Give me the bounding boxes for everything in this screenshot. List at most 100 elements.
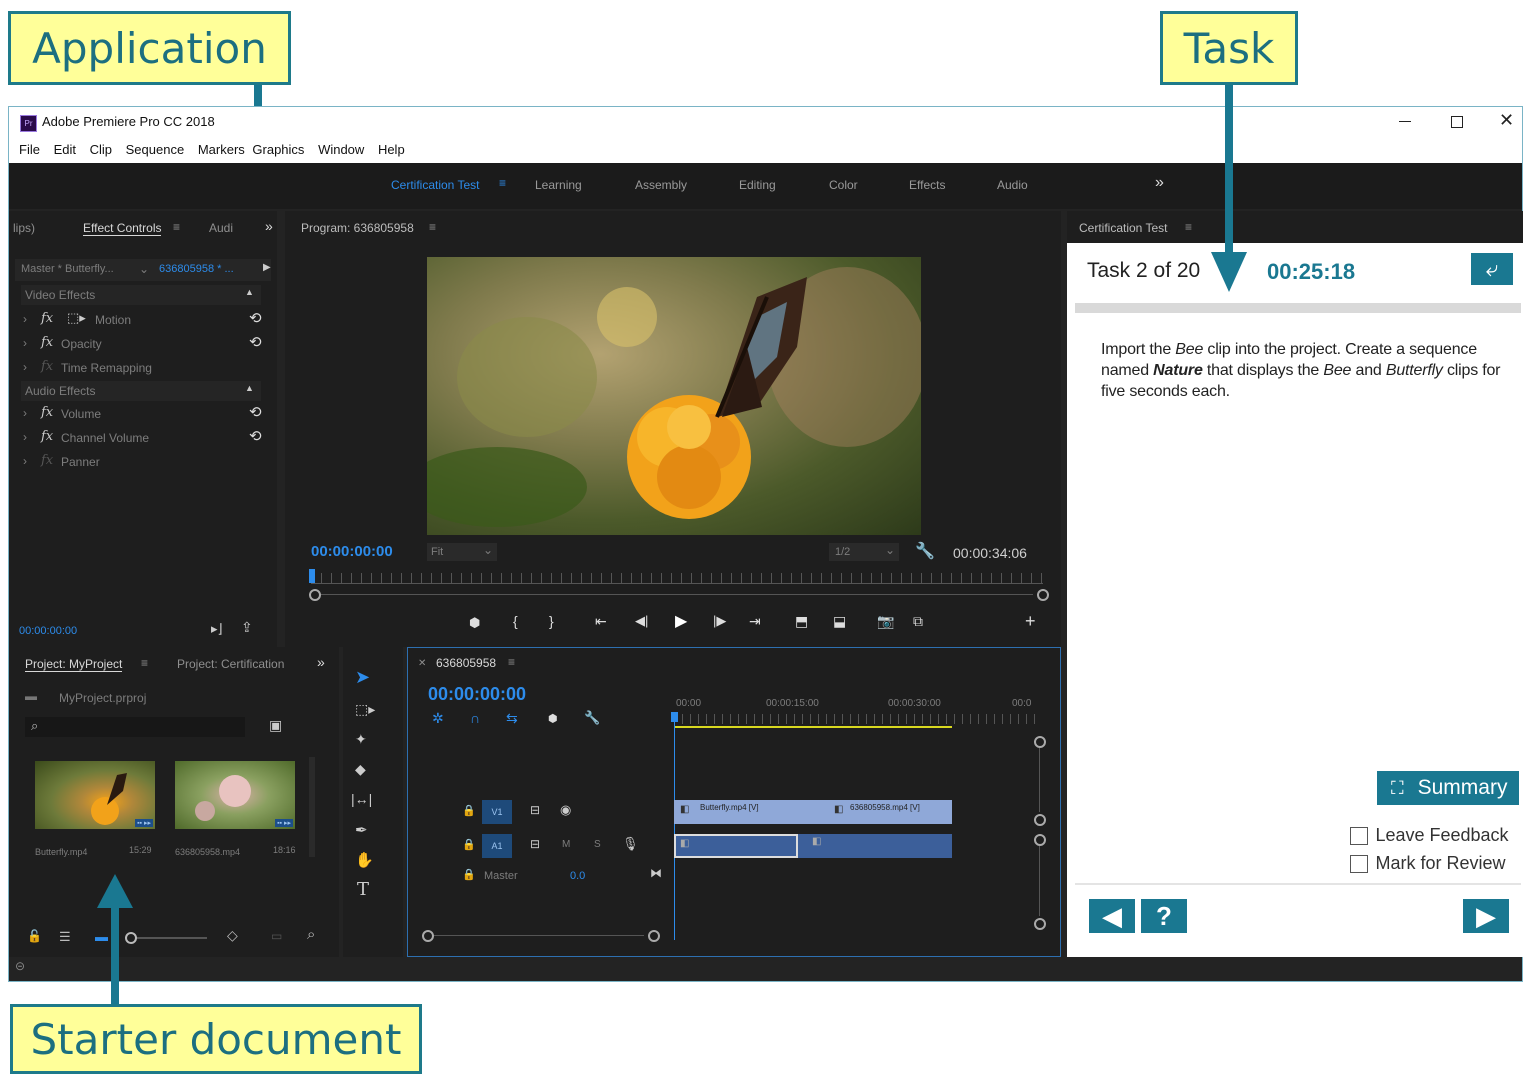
program-video-frame[interactable]	[427, 257, 921, 535]
icon-view-icon[interactable]: ▬	[95, 929, 108, 944]
help-button[interactable]: ?	[1141, 899, 1187, 933]
work-area-bar[interactable]	[674, 726, 952, 728]
effect-row-time-remapping[interactable]: › fx Time Remapping	[21, 357, 261, 379]
effect-row-channel-volume[interactable]: › fx Channel Volume ⟲	[21, 427, 262, 449]
add-marker-icon[interactable]: ⬢	[469, 615, 480, 631]
menu-sequence[interactable]: Sequence	[126, 137, 185, 163]
solo-button[interactable]: S	[594, 839, 601, 850]
project-menu-icon[interactable]: ≡	[141, 656, 148, 670]
program-timecode[interactable]: 00:00:00:00	[311, 543, 393, 560]
mute-button[interactable]: M	[562, 839, 570, 850]
master-dropdown-icon[interactable]: ⌄	[139, 262, 149, 276]
ripple-edit-tool-icon[interactable]: ✦	[355, 731, 367, 748]
minimize-icon[interactable]	[1399, 121, 1411, 122]
menu-markers[interactable]: Markers	[198, 137, 245, 163]
resolution-dropdown[interactable]: 1/2 ⌄	[829, 543, 899, 561]
expand-chevron-icon[interactable]: ›	[23, 360, 27, 374]
bin-icon[interactable]: ▭	[271, 929, 282, 943]
timeline-playhead-handle[interactable]	[671, 712, 678, 722]
tab-effect-controls[interactable]: Effect Controls	[83, 221, 162, 236]
tab-project-certification[interactable]: Project: Certification	[177, 657, 284, 671]
filter-icon[interactable]: ▸⌋	[211, 621, 223, 637]
workspace-assembly[interactable]: Assembly	[635, 178, 687, 192]
effect-row-motion[interactable]: › fx ⬚▸ Motion ⟲	[21, 309, 262, 331]
tab-audio[interactable]: Audi	[209, 221, 233, 235]
effect-row-opacity[interactable]: › fx Opacity ⟲	[21, 333, 262, 355]
effect-row-volume[interactable]: › fx Volume ⟲	[21, 403, 262, 425]
program-scrub-ruler[interactable]	[311, 573, 1043, 584]
certification-test-tab[interactable]: Certification Test	[1079, 221, 1167, 235]
effect-row-panner[interactable]: › fx Panner	[21, 451, 261, 473]
search-icon[interactable]: ⌕	[307, 926, 315, 943]
tab-project-myproject[interactable]: Project: MyProject	[25, 657, 123, 672]
scroll-handle-right[interactable]	[1037, 589, 1049, 601]
master-volume-value[interactable]: 0.0	[570, 870, 585, 882]
sync-lock-icon[interactable]: ⊟	[530, 803, 540, 817]
workspace-audio[interactable]: Audio	[997, 178, 1028, 192]
summary-button[interactable]: ⛶ Summary	[1377, 771, 1519, 805]
master-clip-label[interactable]: Master * Butterfly...	[21, 263, 114, 275]
certification-menu-icon[interactable]: ≡	[1185, 220, 1192, 234]
wrench-icon[interactable]: 🔧	[584, 710, 600, 726]
panel-more-icon[interactable]: »	[265, 218, 273, 234]
timeline-clip-butterfly[interactable]: ◧ Butterfly.mp4 [V]	[674, 800, 830, 824]
sort-icon[interactable]: ◇	[227, 927, 238, 944]
scroll-handle-left[interactable]	[309, 589, 321, 601]
slip-tool-icon[interactable]: |↔|	[351, 791, 372, 807]
reset-icon[interactable]: ⟲	[249, 403, 262, 421]
extract-icon[interactable]: ⬓	[833, 613, 846, 630]
panel-more-icon[interactable]: »	[317, 654, 325, 670]
menu-edit[interactable]: Edit	[54, 137, 76, 163]
eye-icon[interactable]: ◉	[560, 802, 571, 818]
zoom-scrollbar[interactable]	[309, 589, 1049, 601]
workspace-editing[interactable]: Editing	[739, 178, 776, 192]
timeline-timecode[interactable]: 00:00:00:00	[428, 684, 526, 705]
export-icon[interactable]: ⇪	[241, 619, 253, 636]
track-target-v1[interactable]: V1	[482, 800, 512, 824]
timeline-ruler[interactable]	[674, 714, 1038, 724]
new-bin-icon[interactable]: ▣	[269, 717, 282, 734]
tab-source[interactable]: lips)	[13, 221, 35, 235]
workspace-effects[interactable]: Effects	[909, 178, 945, 192]
project-search-input[interactable]: ⌕	[25, 717, 245, 737]
mark-in-icon[interactable]: {	[513, 613, 518, 629]
timeline-audio-clip-1[interactable]: ◧	[674, 834, 798, 858]
menu-clip[interactable]: Clip	[90, 137, 112, 163]
type-tool-icon[interactable]: T	[357, 879, 369, 900]
master-go-to-end-icon[interactable]: ⧓	[650, 866, 662, 880]
effect-controls-menu-icon[interactable]: ≡	[173, 220, 180, 234]
timeline-menu-icon[interactable]: ≡	[508, 655, 515, 669]
clip-thumbnail[interactable]: ▪▪ ▸▸	[35, 761, 155, 829]
timeline-horizontal-scrollbar[interactable]	[422, 930, 660, 942]
lock-icon[interactable]: 🔒	[462, 804, 476, 817]
next-task-button[interactable]: ▶	[1463, 899, 1509, 933]
reset-icon[interactable]: ⟲	[249, 333, 262, 351]
lock-icon[interactable]: 🔓	[27, 929, 42, 943]
play-icon[interactable]: ▶	[675, 611, 687, 631]
list-view-icon[interactable]: ☰	[59, 929, 71, 945]
workspace-learning[interactable]: Learning	[535, 178, 582, 192]
reset-icon[interactable]: ⟲	[249, 427, 262, 445]
lift-icon[interactable]: ⬒	[795, 613, 808, 630]
playhead-marker[interactable]	[309, 569, 315, 583]
collapse-up-icon[interactable]: ▲	[245, 287, 254, 297]
razor-tool-icon[interactable]: ◆	[355, 761, 366, 778]
fit-dropdown[interactable]: Fit ⌄	[427, 543, 497, 561]
restart-task-button[interactable]: ⤶	[1471, 253, 1513, 285]
workspace-certification-test[interactable]: Certification Test	[391, 178, 479, 192]
sync-lock-icon[interactable]: ⊟	[530, 837, 540, 851]
timeline-vertical-scrollbar[interactable]	[1034, 736, 1046, 936]
checkbox[interactable]	[1350, 854, 1368, 873]
project-scrollbar[interactable]	[309, 757, 315, 857]
checkbox[interactable]	[1350, 826, 1368, 845]
step-back-icon[interactable]: ◀|	[635, 613, 648, 629]
close-icon[interactable]: ✕	[1499, 110, 1514, 131]
track-target-a1[interactable]: A1	[482, 834, 512, 858]
expand-chevron-icon[interactable]: ›	[23, 312, 27, 326]
lock-icon[interactable]: 🔒	[462, 838, 476, 851]
menu-graphics[interactable]: Graphics	[252, 137, 304, 163]
mark-for-review-checkbox[interactable]: Mark for Review	[1350, 853, 1505, 874]
leave-feedback-checkbox[interactable]: Leave Feedback	[1350, 825, 1509, 846]
camera-icon[interactable]: 📷	[877, 613, 894, 630]
zoom-slider[interactable]	[125, 932, 207, 944]
